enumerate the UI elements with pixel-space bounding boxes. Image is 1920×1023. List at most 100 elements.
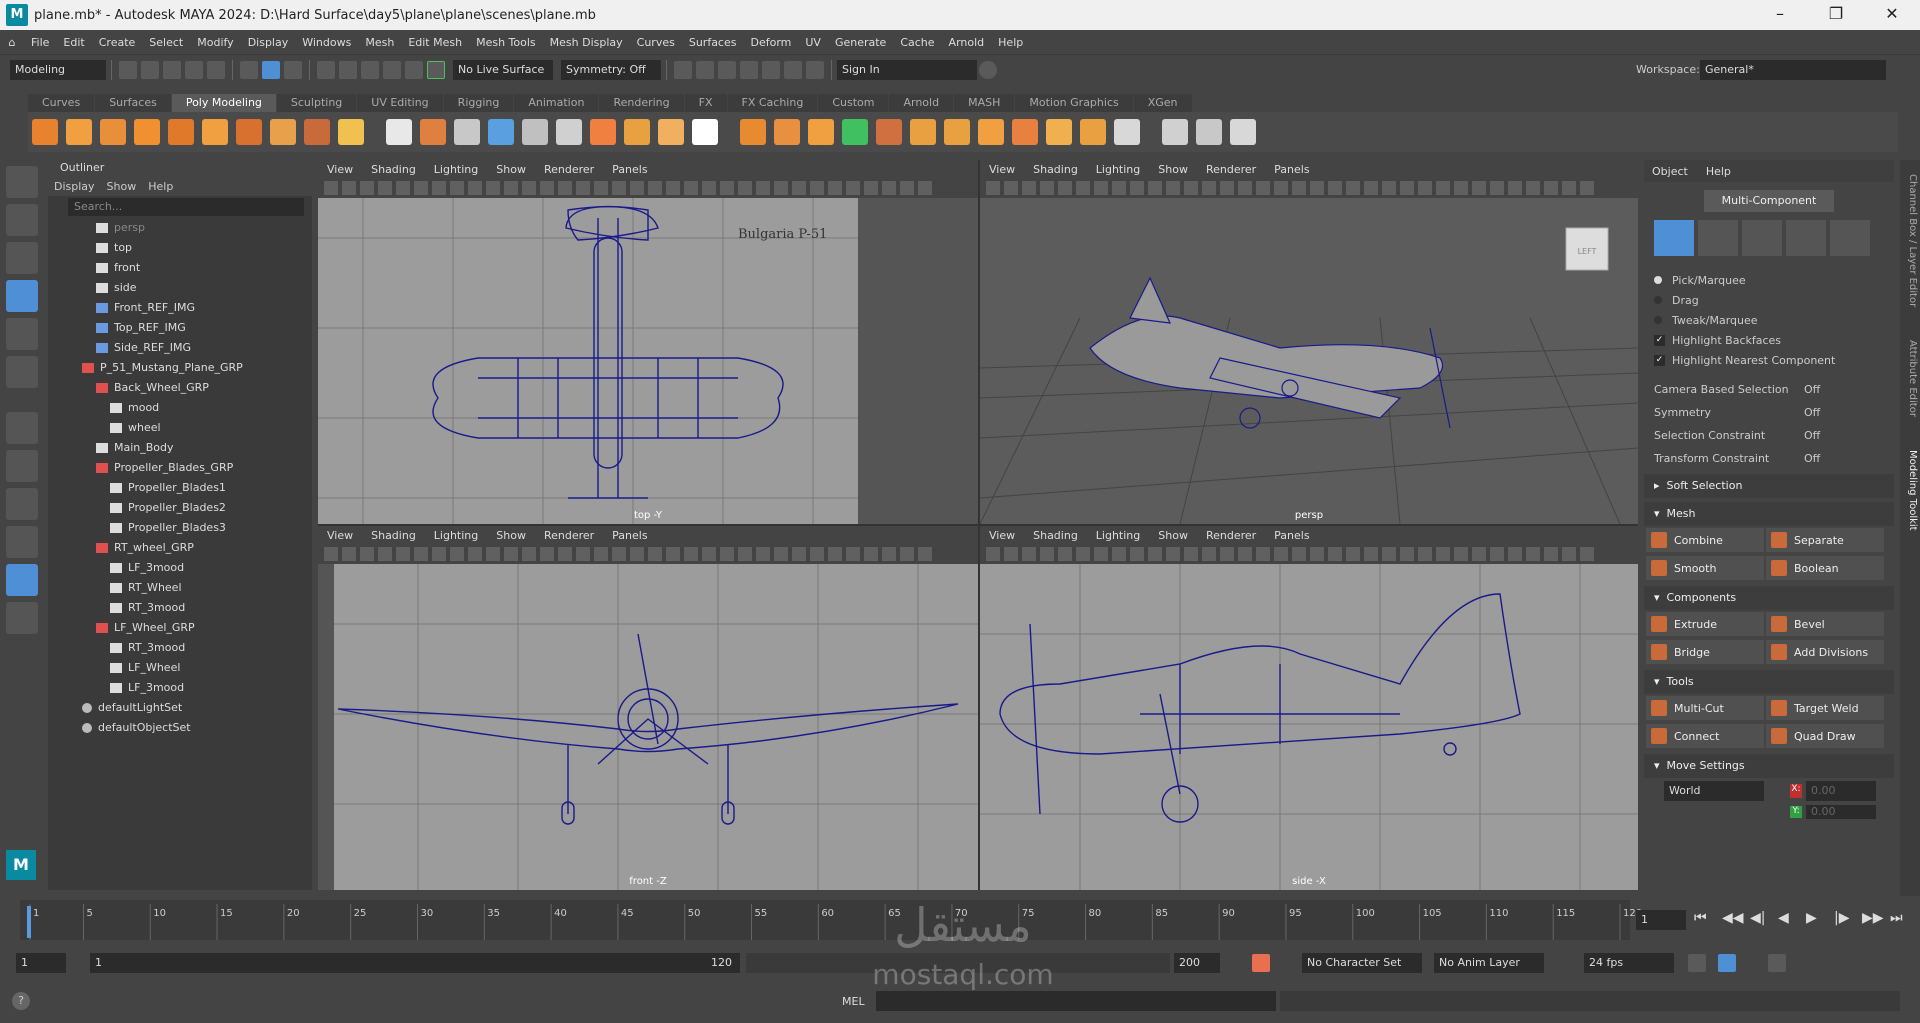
outliner-node[interactable]: LF_Wheel [48, 658, 312, 678]
select-component-icon[interactable] [284, 60, 302, 79]
shelf-tab-uv-editing[interactable]: UV Editing [357, 94, 443, 112]
viewport-menu-shading[interactable]: Shading [362, 529, 425, 542]
menu-surfaces[interactable]: Surfaces [682, 36, 744, 49]
viewport-persp-canvas[interactable]: LEFT persp [979, 198, 1639, 525]
shelf-tab-fx-caching[interactable]: FX Caching [727, 94, 818, 112]
outliner-menu-show[interactable]: Show [101, 180, 143, 193]
toolkit-setting-row[interactable]: Camera Based Selection Off [1644, 378, 1894, 401]
quad-draw-button[interactable]: Quad Draw [1766, 724, 1884, 748]
outliner-node[interactable]: LF_3mood [48, 558, 312, 578]
viewport-menu-lighting[interactable]: Lighting [425, 163, 487, 176]
fps-dropdown[interactable]: 24 fps [1584, 953, 1674, 973]
shelf-tool-icon[interactable] [1012, 119, 1038, 145]
shelf-tab-fx[interactable]: FX [684, 94, 727, 112]
outliner-node[interactable]: P_51_Mustang_Plane_GRP [48, 358, 312, 378]
character-set-dropdown[interactable]: No Character Set [1302, 953, 1422, 973]
select-tool-icon[interactable] [6, 166, 38, 198]
viewport-menu-renderer[interactable]: Renderer [535, 529, 603, 542]
y-axis-field[interactable]: 0.00 [1806, 805, 1876, 819]
scale-tool-icon[interactable] [6, 356, 38, 388]
menu-select[interactable]: Select [142, 36, 190, 49]
shelf-tool-icon[interactable] [876, 119, 902, 145]
x-axis-field[interactable]: 0.00 [1806, 781, 1876, 801]
snap-point-icon[interactable] [361, 60, 379, 79]
viewport-side-canvas[interactable]: side -X [980, 564, 1638, 890]
menu-file[interactable]: File [24, 36, 56, 49]
step-back-key-icon[interactable]: ◀◀ [1722, 910, 1750, 926]
shelf-tool-icon[interactable] [202, 119, 228, 145]
menu-mesh[interactable]: Mesh [358, 36, 401, 49]
move-tool-icon[interactable] [6, 280, 38, 312]
outliner-node[interactable]: Propeller_Blades2 [48, 498, 312, 518]
shelf-tool-icon[interactable] [522, 119, 548, 145]
shelf-tool-icon[interactable] [32, 119, 58, 145]
rotate-tool-icon[interactable] [6, 318, 38, 350]
viewport-menu-view[interactable]: View [980, 529, 1024, 542]
toolkit-setting-row[interactable]: Symmetry Off [1644, 401, 1894, 424]
outliner-node[interactable]: Propeller_Blades3 [48, 518, 312, 538]
vertex-mode-icon[interactable] [1698, 220, 1738, 256]
extrude-button[interactable]: Extrude [1646, 612, 1764, 636]
viewport-persp[interactable]: View Shading Lighting Show Renderer Panels LE… [979, 160, 1639, 525]
go-to-start-icon[interactable]: ⏮ [1694, 910, 1722, 926]
toolkit-setting-row[interactable]: Selection Constraint Off [1644, 424, 1894, 447]
outliner-node[interactable]: side [48, 278, 312, 298]
search-icon[interactable] [6, 602, 38, 634]
toolkit-menu-object[interactable]: Object [1652, 165, 1688, 178]
viewport-menu-lighting[interactable]: Lighting [1087, 529, 1149, 542]
bridge-button[interactable]: Bridge [1646, 640, 1764, 664]
outliner-node[interactable]: Propeller_Blades1 [48, 478, 312, 498]
shelf-tool-icon[interactable] [270, 119, 296, 145]
shelf-tab-arnold[interactable]: Arnold [889, 94, 954, 112]
menu-display[interactable]: Display [241, 36, 296, 49]
shelf-tool-icon[interactable] [842, 119, 868, 145]
menu-edit-mesh[interactable]: Edit Mesh [401, 36, 469, 49]
add-divisions-button[interactable]: Add Divisions [1766, 640, 1884, 664]
render-view-icon[interactable] [674, 60, 692, 79]
viewport-top[interactable]: View Shading Lighting Show Renderer Panels [318, 160, 978, 524]
save-scene-icon[interactable] [163, 60, 181, 79]
symmetry-dropdown[interactable]: Symmetry: Off [561, 59, 661, 80]
shelf-tool-icon[interactable] [304, 119, 330, 145]
outliner-node[interactable]: Side_REF_IMG [48, 338, 312, 358]
viewport-menu-panels[interactable]: Panels [1265, 529, 1318, 542]
shelf-tool-icon[interactable] [658, 119, 684, 145]
target-weld-button[interactable]: Target Weld [1766, 696, 1884, 720]
highlight-nearest-checkbox[interactable]: ✓ Highlight Nearest Component [1644, 350, 1894, 370]
play-backward-icon[interactable]: ◀ [1778, 910, 1806, 926]
undo-icon[interactable] [185, 60, 203, 79]
paint-select-icon[interactable] [6, 242, 38, 274]
outliner-node[interactable]: RT_3mood [48, 598, 312, 618]
shelf-tool-icon[interactable] [420, 119, 446, 145]
edge-mode-icon[interactable] [1742, 220, 1782, 256]
restore-icon[interactable]: ❐ [1808, 0, 1864, 30]
snap-grid-icon[interactable] [317, 60, 335, 79]
viewport-menu-shading[interactable]: Shading [362, 163, 425, 176]
drag-option[interactable]: Drag [1644, 290, 1894, 310]
face-mode-icon[interactable] [1786, 220, 1826, 256]
range-start-field[interactable]: 1 [16, 953, 66, 973]
anim-layer-dropdown[interactable]: No Anim Layer [1434, 953, 1544, 973]
outliner-node[interactable]: LF_Wheel_GRP [48, 618, 312, 638]
playback-options-icon[interactable] [1768, 954, 1786, 972]
sound-icon[interactable] [1718, 954, 1736, 972]
auto-key-icon[interactable] [1252, 954, 1270, 972]
loop-icon[interactable] [1688, 954, 1706, 972]
viewport-menu-show[interactable]: Show [1149, 529, 1197, 542]
outliner-menu-display[interactable]: Display [48, 180, 101, 193]
outliner-node[interactable]: defaultLightSet [48, 698, 312, 718]
pause-icon[interactable] [806, 60, 824, 79]
viewport-menu-view[interactable]: View [980, 163, 1024, 176]
render-settings-icon[interactable] [740, 60, 758, 79]
viewport-menu-renderer[interactable]: Renderer [1197, 529, 1265, 542]
shelf-tab-curves[interactable]: Curves [28, 94, 95, 112]
viewport-menu-show[interactable]: Show [487, 163, 535, 176]
snap-surface-icon[interactable] [405, 60, 423, 79]
shelf-tool-icon[interactable] [774, 119, 800, 145]
boolean-button[interactable]: Boolean [1766, 556, 1884, 580]
outliner-node[interactable]: Propeller_Blades_GRP [48, 458, 312, 478]
range-bar[interactable]: 1 120 [90, 953, 740, 973]
shelf-tool-icon[interactable] [740, 119, 766, 145]
last-tool-icon[interactable] [6, 412, 38, 444]
object-mode-icon[interactable] [1654, 220, 1694, 256]
